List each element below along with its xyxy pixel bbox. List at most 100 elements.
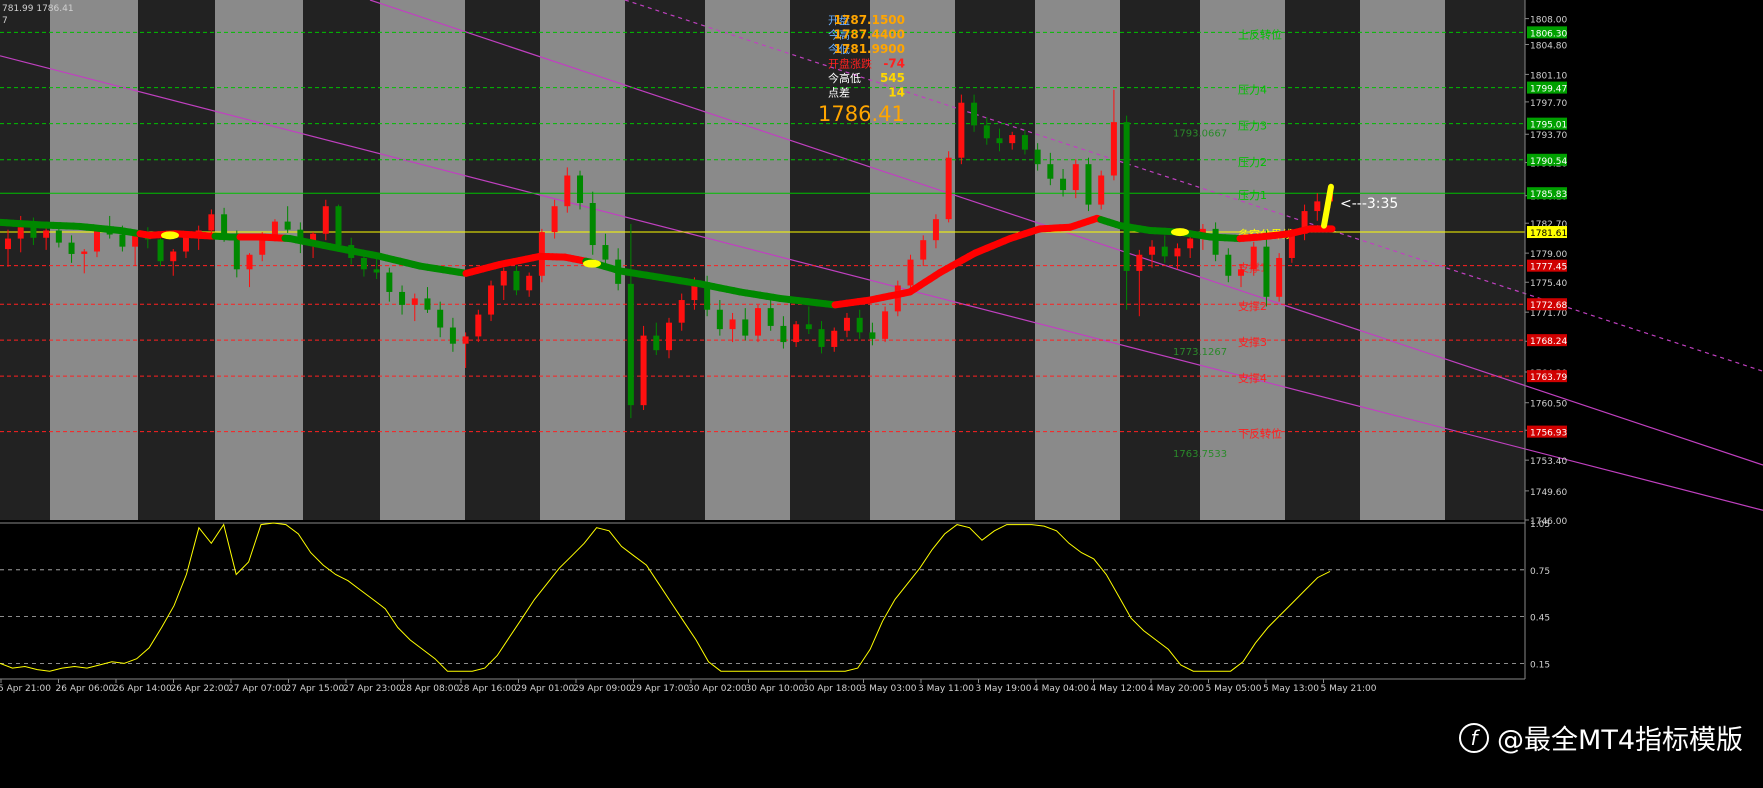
level-label: 压力4 bbox=[1238, 84, 1267, 97]
time-tick-label: 3 May 11:00 bbox=[918, 684, 974, 694]
watermark-text: @最全MT4指标模版 bbox=[1497, 718, 1743, 757]
candle-body bbox=[437, 310, 443, 328]
price-tick-label: 1801.10 bbox=[1530, 71, 1567, 81]
candle-body bbox=[1035, 150, 1041, 165]
candle-body bbox=[374, 269, 380, 272]
candle-body bbox=[742, 319, 748, 335]
candle-body bbox=[424, 298, 430, 309]
time-tick-label: 28 Apr 16:00 bbox=[458, 684, 517, 694]
candle-body bbox=[43, 230, 49, 237]
candle-body bbox=[577, 175, 583, 202]
candle-body bbox=[844, 318, 850, 331]
candle-body bbox=[463, 336, 469, 343]
candle-body bbox=[641, 336, 647, 406]
level-price-tag-text: 1768.24 bbox=[1530, 337, 1567, 347]
candle-body bbox=[1124, 122, 1130, 271]
candle-body bbox=[399, 292, 405, 305]
candle-body bbox=[895, 285, 901, 311]
info-value: 1787.4400 bbox=[834, 28, 905, 42]
symbol-header-2: 7 bbox=[2, 16, 8, 26]
candle-body bbox=[1238, 269, 1244, 275]
candle-body bbox=[247, 255, 253, 270]
candle-body bbox=[526, 276, 532, 291]
candle-body bbox=[666, 323, 672, 350]
candle-body bbox=[1009, 135, 1015, 143]
candle-body bbox=[882, 311, 888, 338]
candle-body bbox=[920, 240, 926, 259]
time-tick-label: 29 Apr 09:00 bbox=[573, 684, 632, 694]
chart-window[interactable]: 上反转位压力4压力3压力2压力1多空分界线支撑1支撑2支撑3支撑4下反转位179… bbox=[0, 0, 1763, 784]
candle-body bbox=[679, 300, 685, 323]
price-tick-label: 1808.00 bbox=[1530, 16, 1567, 26]
time-tick-label: 28 Apr 08:00 bbox=[401, 684, 460, 694]
price-tick-label: 1753.40 bbox=[1530, 457, 1567, 467]
candle-body bbox=[653, 336, 659, 351]
level-label: 支撑2 bbox=[1238, 299, 1267, 313]
candle-body bbox=[386, 273, 392, 292]
time-tick-label: 29 Apr 01:00 bbox=[516, 684, 575, 694]
candle-body bbox=[183, 237, 189, 252]
time-tick-label: 27 Apr 07:00 bbox=[228, 684, 287, 694]
candle-body bbox=[81, 252, 87, 254]
candle-body bbox=[628, 284, 634, 405]
price-tick-label: 1775.40 bbox=[1530, 279, 1567, 289]
candle-body bbox=[1047, 164, 1053, 179]
candle-body bbox=[56, 230, 62, 242]
session-band bbox=[1360, 0, 1445, 520]
level-label: 压力1 bbox=[1238, 189, 1267, 202]
candle-body bbox=[501, 271, 507, 286]
candle-body bbox=[933, 219, 939, 240]
candle-body bbox=[1149, 247, 1155, 255]
candle-body bbox=[564, 175, 570, 206]
candle-body bbox=[69, 243, 75, 254]
candle-body bbox=[768, 308, 774, 326]
candle-body bbox=[158, 239, 164, 261]
level-price-tag-text: 1781.61 bbox=[1530, 229, 1567, 239]
candle-body bbox=[1136, 255, 1142, 271]
time-tick-label: 26 Apr 14:00 bbox=[113, 684, 172, 694]
time-tick-label: 5 May 21:00 bbox=[1321, 684, 1377, 694]
time-tick-label: 3 May 19:00 bbox=[976, 684, 1032, 694]
candle-body bbox=[958, 103, 964, 158]
candle-body bbox=[590, 203, 596, 245]
price-tick-label: 1804.80 bbox=[1530, 41, 1567, 51]
info-value: 1787.1500 bbox=[834, 13, 905, 27]
info-label: 今高低 bbox=[828, 71, 861, 85]
level-label: 支撑3 bbox=[1238, 335, 1267, 349]
level-label: 压力3 bbox=[1238, 120, 1267, 133]
candle-body bbox=[780, 326, 786, 342]
candle-body bbox=[208, 214, 214, 230]
info-value: 545 bbox=[880, 71, 905, 85]
level-label: 上反转位 bbox=[1238, 27, 1282, 41]
candle-body bbox=[1213, 229, 1219, 255]
time-tick-label: 4 May 12:00 bbox=[1091, 684, 1147, 694]
session-band bbox=[1200, 0, 1285, 520]
side-note: 1763.7533 bbox=[1173, 449, 1227, 460]
time-tick-label: 5 May 05:00 bbox=[1206, 684, 1262, 694]
price-chart[interactable]: 上反转位压力4压力3压力2压力1多空分界线支撑1支撑2支撑3支撑4下反转位179… bbox=[0, 0, 1763, 784]
candle-body bbox=[1187, 239, 1193, 249]
price-tick-label: 1779.00 bbox=[1530, 250, 1567, 260]
time-tick-label: 26 Apr 22:00 bbox=[171, 684, 230, 694]
candle-body bbox=[755, 308, 761, 335]
candle-body bbox=[1111, 122, 1117, 175]
time-tick-label: 26 Apr 06:00 bbox=[56, 684, 115, 694]
info-label: 点差 bbox=[828, 86, 850, 100]
candle-body bbox=[30, 227, 36, 238]
candle-body bbox=[908, 260, 914, 286]
candle-body bbox=[1174, 248, 1180, 256]
time-tick-label: 5 May 13:00 bbox=[1263, 684, 1319, 694]
candle-body bbox=[18, 227, 24, 238]
candle-body bbox=[1060, 179, 1066, 190]
price-tick-label: 1749.60 bbox=[1530, 488, 1567, 498]
candle-body bbox=[119, 235, 125, 247]
osc-tick-label: 0.15 bbox=[1530, 660, 1550, 670]
candle-body bbox=[971, 103, 977, 126]
level-price-tag-text: 1806.30 bbox=[1530, 29, 1567, 39]
candle-body bbox=[272, 222, 278, 236]
side-note: 1773.1267 bbox=[1173, 347, 1227, 358]
candle-body bbox=[450, 328, 456, 344]
candle-body bbox=[1098, 175, 1104, 204]
candle-body bbox=[1225, 255, 1231, 276]
time-tick-label: 27 Apr 15:00 bbox=[286, 684, 345, 694]
